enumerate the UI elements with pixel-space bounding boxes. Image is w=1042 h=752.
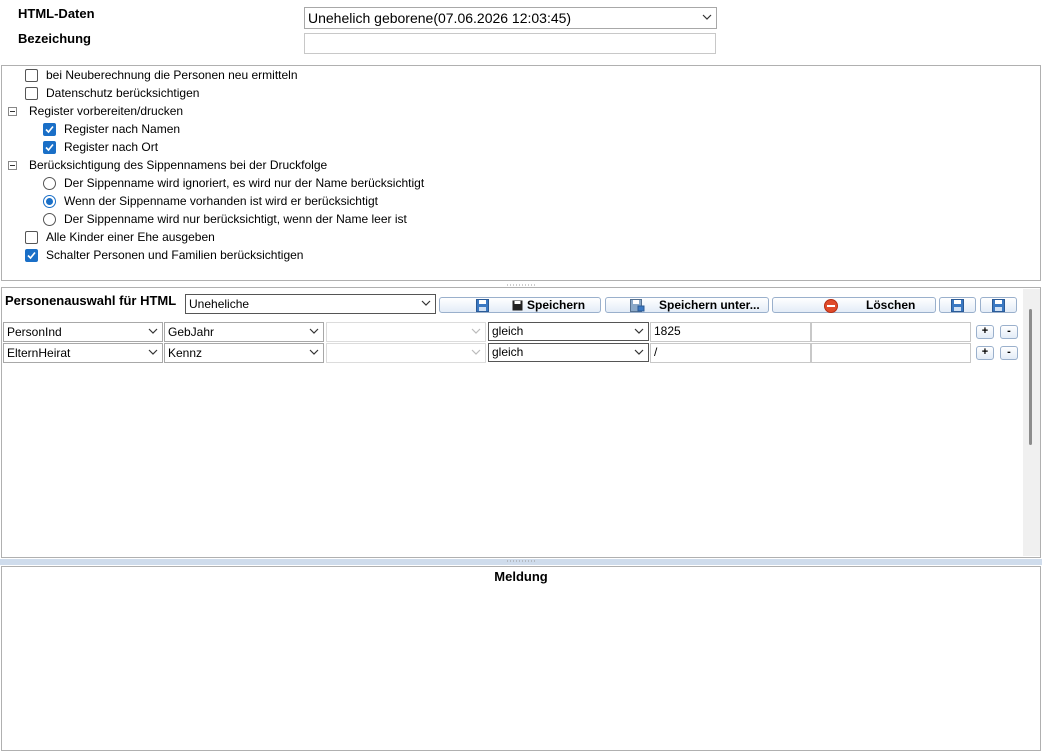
floppy-icon: [951, 299, 964, 315]
row2-attribute-value: Kennz: [168, 346, 203, 360]
sippen-radio-ignore[interactable]: [43, 177, 56, 190]
sippen-radio-vorhanden[interactable]: [43, 195, 56, 208]
row2-value-input[interactable]: /: [650, 343, 811, 363]
row1-operator-value: gleich: [492, 324, 524, 338]
sippen-radio-ignore-label: Der Sippenname wird ignoriert, es wird n…: [64, 176, 425, 190]
row1-remove-button[interactable]: -: [1000, 325, 1018, 339]
html-daten-select-value: Unehelich geborene(07.06.2026 12:03:45): [308, 10, 572, 26]
chevron-down-icon: [309, 349, 319, 355]
row2-remove-button[interactable]: -: [1000, 346, 1018, 360]
chevron-down-icon: [421, 300, 431, 306]
alle-kinder-label: Alle Kinder einer Ehe ausgeben: [46, 230, 215, 244]
row2-field-value: ElternHeirat: [7, 346, 71, 360]
collapse-sippen-icon[interactable]: [8, 161, 17, 170]
sippen-radio-vorhanden-label: Wenn der Sippenname vorhanden ist wird e…: [64, 194, 378, 208]
register-ort-label: Register nach Ort: [64, 140, 159, 154]
small-floppy-icon: [512, 300, 523, 314]
save-as-button-label: Speichern unter...: [659, 298, 760, 312]
selection-select[interactable]: Uneheliche: [185, 294, 436, 314]
chevron-down-icon: [148, 349, 158, 355]
sippen-radio-leer[interactable]: [43, 213, 56, 226]
row1-field-select[interactable]: PersonInd: [3, 322, 163, 342]
row1-operator-select[interactable]: gleich: [488, 322, 649, 341]
message-title: Meldung: [494, 569, 548, 584]
row1-extra-select[interactable]: [326, 322, 486, 342]
delete-icon: [824, 299, 838, 316]
register-namen-label: Register nach Namen: [64, 122, 181, 136]
datenschutz-label: Datenschutz berücksichtigen: [46, 86, 200, 100]
save-small-button-2[interactable]: [980, 297, 1017, 313]
chevron-down-icon: [702, 14, 712, 20]
splitter-handle-2[interactable]: [506, 560, 536, 562]
row2-operator-value: gleich: [492, 345, 524, 359]
sippen-radio-leer-label: Der Sippenname wird nur berücksichtigt, …: [64, 212, 407, 226]
save-button-label: Speichern: [527, 298, 586, 312]
save-small-button[interactable]: [939, 297, 976, 313]
row2-extra-input[interactable]: [811, 343, 971, 363]
row2-attribute-select[interactable]: Kennz: [164, 343, 324, 363]
row1-value-input[interactable]: 1825: [650, 322, 811, 342]
html-daten-label: HTML-Daten: [18, 6, 95, 21]
selection-title: Personenauswahl für HTML: [5, 293, 177, 308]
bezeichnung-input[interactable]: [304, 33, 716, 54]
chevron-down-icon: [471, 328, 481, 334]
selection-select-value: Uneheliche: [189, 297, 250, 311]
chevron-down-icon: [634, 349, 644, 355]
save-button[interactable]: Speichern: [439, 297, 601, 313]
collapse-register-icon[interactable]: [8, 107, 17, 116]
datenschutz-checkbox[interactable]: [25, 87, 38, 100]
splitter-handle[interactable]: [506, 284, 536, 286]
row2-add-button[interactable]: +: [976, 346, 994, 360]
chevron-down-icon: [148, 328, 158, 334]
schalter-label: Schalter Personen und Familien berücksic…: [46, 248, 304, 262]
chevron-down-icon: [634, 328, 644, 334]
neuberechnung-label: bei Neuberechnung die Personen neu ermit…: [46, 68, 298, 82]
neuberechnung-checkbox[interactable]: [25, 69, 38, 82]
row1-attribute-select[interactable]: GebJahr: [164, 322, 324, 342]
schalter-checkbox[interactable]: [25, 249, 38, 262]
sippen-group-label: Berücksichtigung des Sippennamens bei de…: [29, 158, 328, 172]
floppy-icon: [476, 299, 489, 315]
options-panel: bei Neuberechnung die Personen neu ermit…: [1, 65, 1041, 281]
delete-button-label: Löschen: [866, 298, 916, 312]
save-as-button[interactable]: Speichern unter...: [605, 297, 769, 313]
chevron-down-icon: [309, 328, 319, 334]
register-group-label: Register vorbereiten/drucken: [29, 104, 184, 118]
scrollbar-thumb[interactable]: [1029, 309, 1032, 445]
row1-field-value: PersonInd: [7, 325, 62, 339]
register-ort-checkbox[interactable]: [43, 141, 56, 154]
floppy-icon: [992, 299, 1005, 315]
save-as-icon: [630, 299, 645, 315]
row1-extra-input[interactable]: [811, 322, 971, 342]
row2-extra-select[interactable]: [326, 343, 486, 363]
html-daten-select[interactable]: Unehelich geborene(07.06.2026 12:03:45): [304, 7, 717, 29]
row2-operator-select[interactable]: gleich: [488, 343, 649, 362]
chevron-down-icon: [471, 349, 481, 355]
alle-kinder-checkbox[interactable]: [25, 231, 38, 244]
selection-scrollbar[interactable]: [1023, 289, 1040, 556]
row2-field-select[interactable]: ElternHeirat: [3, 343, 163, 363]
delete-button[interactable]: Löschen: [772, 297, 936, 313]
row1-attribute-value: GebJahr: [168, 325, 215, 339]
message-panel: Meldung: [1, 566, 1041, 751]
row1-add-button[interactable]: +: [976, 325, 994, 339]
bezeichnung-label: Bezeichung: [18, 31, 91, 46]
register-namen-checkbox[interactable]: [43, 123, 56, 136]
